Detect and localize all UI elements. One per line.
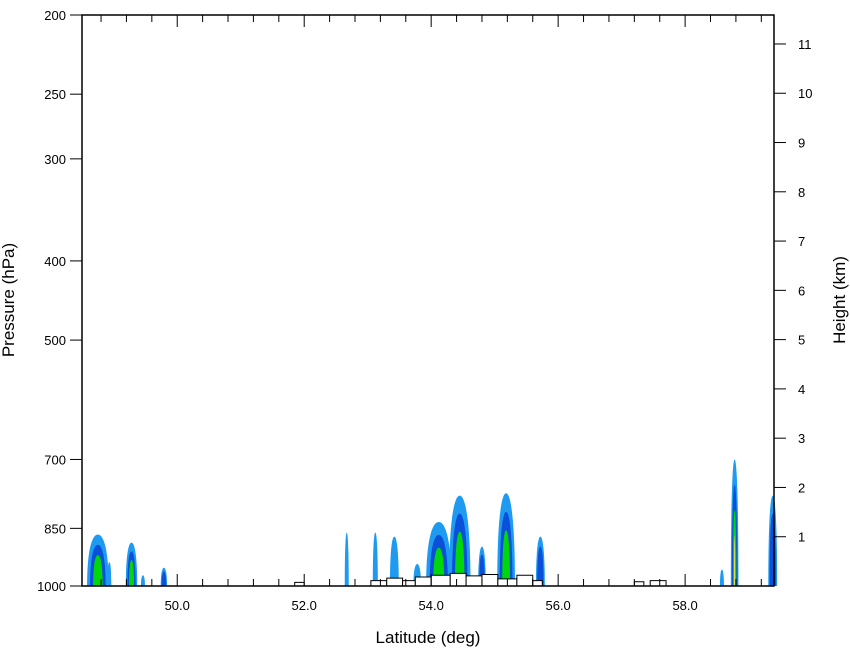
x-tick-label: 52.0 bbox=[292, 598, 317, 613]
y2-tick-label: 2 bbox=[798, 480, 805, 495]
contour-cell bbox=[719, 569, 724, 586]
plot-frame bbox=[81, 14, 775, 587]
x-axis-title: Latitude (deg) bbox=[376, 628, 481, 647]
terrain-segment bbox=[465, 575, 483, 586]
y2-tick-label: 8 bbox=[798, 185, 805, 200]
contour-cell bbox=[448, 495, 471, 586]
y2-tick-label: 7 bbox=[798, 234, 805, 249]
x-tick-label: 58.0 bbox=[672, 598, 697, 613]
terrain-segment bbox=[516, 574, 534, 586]
contour-cell bbox=[344, 532, 349, 586]
terrain-segment bbox=[386, 577, 404, 586]
contour-cell bbox=[497, 493, 515, 586]
terrain-segment bbox=[402, 580, 416, 586]
terrain-segment bbox=[370, 580, 388, 586]
axis-ticks bbox=[70, 14, 786, 587]
y-tick-label: 400 bbox=[44, 254, 66, 269]
contour-cell bbox=[125, 542, 138, 586]
tick-labels: 50.0 52.0 54.0 56.0 58.020025030040050070085… bbox=[37, 8, 812, 613]
y2-tick-label: 4 bbox=[798, 382, 805, 397]
contour-level-1 bbox=[719, 569, 724, 586]
contour-cell bbox=[768, 495, 778, 586]
terrain-segment bbox=[481, 573, 499, 586]
y-tick-label: 850 bbox=[44, 521, 66, 536]
terrain-segment bbox=[449, 572, 467, 586]
contour-cell bbox=[535, 536, 545, 586]
contour-cell bbox=[87, 534, 109, 586]
terrain-segment bbox=[430, 574, 451, 586]
contour-level-1 bbox=[140, 575, 145, 586]
contour-cell bbox=[160, 567, 168, 586]
y2-tick-label: 9 bbox=[798, 136, 805, 151]
y2-tick-label: 3 bbox=[798, 431, 805, 446]
x-tick-label: 56.0 bbox=[545, 598, 570, 613]
y-tick-label: 500 bbox=[44, 333, 66, 348]
y2-tick-label: 11 bbox=[798, 37, 812, 52]
terrain-segment bbox=[532, 580, 543, 586]
terrain-segment bbox=[649, 580, 667, 586]
y2-tick-label: 6 bbox=[798, 283, 805, 298]
x-tick-label: 54.0 bbox=[419, 598, 444, 613]
x-tick-label: 50.0 bbox=[165, 598, 190, 613]
y-tick-label: 1000 bbox=[37, 579, 66, 594]
y2-tick-label: 10 bbox=[798, 86, 812, 101]
y2-axis-title: Height (km) bbox=[830, 256, 849, 344]
y-axis-title: Pressure (hPa) bbox=[0, 243, 18, 357]
y-tick-label: 700 bbox=[44, 452, 66, 467]
y-tick-label: 300 bbox=[44, 152, 66, 167]
y2-tick-label: 1 bbox=[798, 530, 805, 545]
contour-cell bbox=[372, 532, 378, 586]
contour-level-1 bbox=[372, 532, 378, 586]
y-tick-label: 250 bbox=[44, 87, 66, 102]
cross-section-chart: 50.0 52.0 54.0 56.0 58.020025030040050070085… bbox=[0, 8, 849, 647]
contour-cell bbox=[730, 459, 739, 586]
contour-fills bbox=[87, 459, 778, 586]
y-tick-label: 200 bbox=[44, 8, 66, 23]
terrain-segment bbox=[414, 576, 432, 586]
y2-tick-label: 5 bbox=[798, 333, 805, 348]
contour-level-1 bbox=[344, 532, 349, 586]
contour-cell bbox=[140, 575, 145, 586]
